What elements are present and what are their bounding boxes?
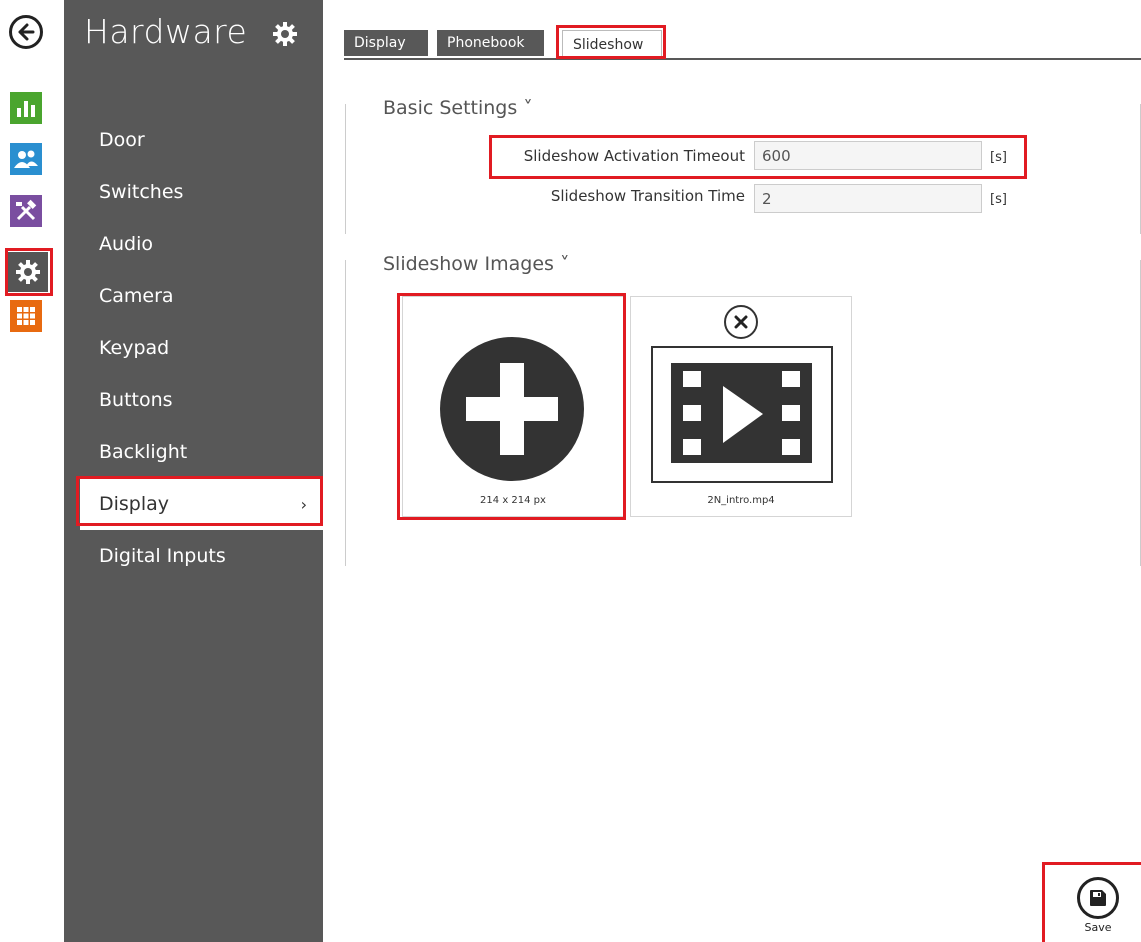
sidebar-item-backlight[interactable]: Backlight	[64, 426, 323, 478]
sidebar-item-keypad[interactable]: Keypad	[64, 322, 323, 374]
slideshow-images-title[interactable]: Slideshow Images ˅	[383, 253, 569, 275]
back-arrow-icon[interactable]	[9, 15, 43, 49]
save-floppy-icon	[1077, 877, 1119, 919]
icon-rail	[0, 0, 64, 942]
hardware-gear-icon[interactable]	[8, 252, 48, 292]
sidebar-item-door[interactable]: Door	[64, 114, 323, 166]
system-grid-icon[interactable]	[10, 300, 42, 332]
sidebar-menu: Door Switches Audio Camera Keypad Button…	[64, 114, 323, 582]
sidebar-item-digital-inputs[interactable]: Digital Inputs	[64, 530, 323, 582]
tile-caption: 2N_intro.mp4	[707, 495, 775, 506]
add-icon	[440, 337, 584, 481]
sidebar-item-display[interactable]: Display ›	[80, 478, 323, 530]
tile-caption: 214 x 214 px	[480, 495, 546, 506]
transition-time-unit: [s]	[990, 192, 1007, 207]
sidebar-item-label: Buttons	[99, 389, 173, 411]
transition-time-label: Slideshow Transition Time	[550, 187, 745, 205]
sidebar-item-label: Camera	[99, 285, 174, 307]
sidebar-item-label: Display	[99, 493, 170, 515]
tab-slideshow[interactable]: Slideshow	[562, 30, 662, 58]
services-tools-icon[interactable]	[10, 195, 42, 227]
sidebar-item-audio[interactable]: Audio	[64, 218, 323, 270]
chevron-right-icon: ›	[300, 494, 307, 514]
sidebar-title: Hardware	[84, 12, 248, 51]
save-button[interactable]: Save	[1068, 877, 1128, 934]
activation-timeout-unit: [s]	[990, 150, 1007, 165]
video-tile: 2N_intro.mp4	[630, 296, 852, 517]
sidebar-item-camera[interactable]: Camera	[64, 270, 323, 322]
save-label: Save	[1084, 921, 1112, 934]
basic-settings-section	[345, 104, 1141, 234]
sidebar-item-label: Keypad	[99, 337, 170, 359]
add-image-tile[interactable]: 214 x 214 px	[402, 296, 624, 517]
sidebar-item-label: Audio	[99, 233, 154, 255]
tab-bar: Display Phonebook Slideshow	[344, 30, 1141, 60]
sidebar-item-label: Door	[99, 129, 145, 151]
activation-timeout-label: Slideshow Activation Timeout	[523, 147, 745, 165]
directory-users-icon[interactable]	[10, 143, 42, 175]
tab-phonebook[interactable]: Phonebook	[437, 30, 544, 56]
sidebar-item-label: Digital Inputs	[99, 545, 226, 567]
settings-gear-icon[interactable]	[271, 20, 299, 48]
sidebar-item-buttons[interactable]: Buttons	[64, 374, 323, 426]
sidebar: Hardware Door Switches Audio Camera Keyp…	[64, 0, 323, 942]
sidebar-item-label: Backlight	[99, 441, 188, 463]
remove-icon[interactable]	[724, 305, 758, 339]
sidebar-item-label: Switches	[99, 181, 184, 203]
basic-settings-title[interactable]: Basic Settings ˅	[383, 97, 533, 119]
tab-display[interactable]: Display	[344, 30, 428, 56]
video-icon	[651, 346, 833, 483]
status-chart-icon[interactable]	[10, 92, 42, 124]
sidebar-item-switches[interactable]: Switches	[64, 166, 323, 218]
activation-timeout-input[interactable]: 600	[754, 141, 982, 170]
transition-time-input[interactable]: 2	[754, 184, 982, 213]
